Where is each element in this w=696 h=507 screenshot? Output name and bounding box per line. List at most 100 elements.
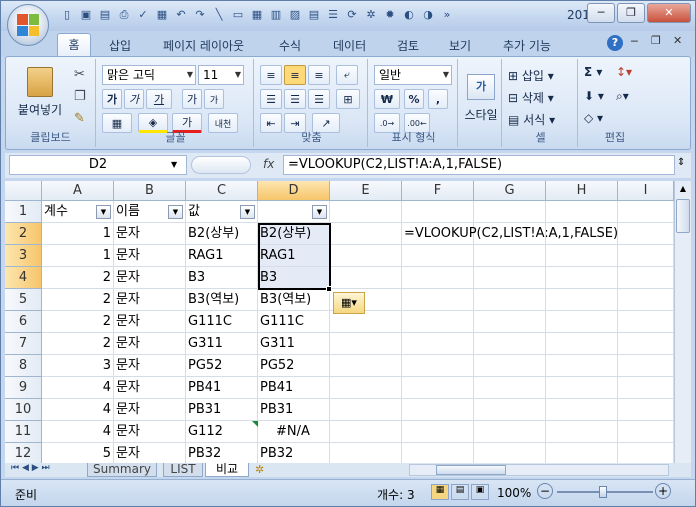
align-middle-button[interactable]: ≡ — [284, 65, 306, 85]
tab-insert[interactable]: 삽입 — [109, 37, 131, 54]
format-cells-button[interactable]: ▤ 서식 ▾ — [508, 111, 555, 128]
cell-C1[interactable]: 값 ▼ — [186, 201, 258, 223]
print-preview-icon[interactable]: ▤ — [97, 7, 113, 23]
cell-G3[interactable] — [474, 245, 546, 267]
zoom-slider-thumb[interactable] — [599, 486, 607, 498]
cell-E12[interactable] — [330, 443, 402, 463]
table-icon[interactable]: ▦ — [249, 7, 265, 23]
row-header[interactable]: 4 — [5, 267, 42, 289]
copy-icon[interactable]: ❐ — [74, 89, 86, 104]
cell-E3[interactable] — [330, 245, 402, 267]
cell-G12[interactable] — [474, 443, 546, 463]
percent-button[interactable]: % — [404, 89, 424, 109]
cell-D12[interactable]: PB32 — [258, 443, 330, 463]
sort-filter-icon[interactable]: ↕▾ — [616, 65, 632, 79]
row-header[interactable]: 10 — [5, 399, 42, 421]
cell-C6[interactable]: G111C — [186, 311, 258, 333]
col-header-c[interactable]: C — [186, 181, 258, 201]
cell-H10[interactable] — [546, 399, 618, 421]
cell-F3[interactable] — [402, 245, 474, 267]
merge-button[interactable]: ⊞ — [336, 89, 360, 109]
scroll-thumb[interactable] — [676, 199, 690, 233]
tab-review[interactable]: 검토 — [397, 37, 419, 54]
minimize-button[interactable]: ─ — [587, 3, 615, 23]
cell-G11[interactable] — [474, 421, 546, 443]
align-right-button[interactable]: ☰ — [308, 89, 330, 109]
cell-F7[interactable] — [402, 333, 474, 355]
cell-C2[interactable]: B2(상부) — [186, 223, 258, 245]
cell-B5[interactable]: 문자 — [114, 289, 186, 311]
cell-F10[interactable] — [402, 399, 474, 421]
cell-I6[interactable] — [618, 311, 674, 333]
redo-icon[interactable]: ↷ — [192, 7, 208, 23]
cell-H2[interactable] — [546, 223, 618, 245]
refresh-icon[interactable]: ⟳ — [344, 7, 360, 23]
underline-button[interactable]: 가 — [146, 89, 172, 109]
ribbon-close-icon[interactable]: ✕ — [673, 34, 682, 47]
tab-addins[interactable]: 추가 기능 — [503, 37, 551, 54]
align-top-button[interactable]: ≡ — [260, 65, 282, 85]
office-button[interactable] — [7, 4, 49, 46]
cell-A12[interactable]: 5 — [42, 443, 114, 463]
cell-B10[interactable]: 문자 — [114, 399, 186, 421]
cell-G9[interactable] — [474, 377, 546, 399]
comma-button[interactable]: , — [428, 89, 448, 109]
cell-D9[interactable]: PB41 — [258, 377, 330, 399]
cell-D8[interactable]: PG52 — [258, 355, 330, 377]
font-name-combo[interactable]: 맑은 고딕 ▼ — [102, 65, 196, 85]
col-header-h[interactable]: H — [546, 181, 618, 201]
cell-D2[interactable]: B2(상부) — [258, 223, 330, 245]
cell-H1[interactable] — [546, 201, 618, 223]
filter-dropdown-icon[interactable]: ▼ — [168, 205, 183, 219]
cell-I8[interactable] — [618, 355, 674, 377]
col-header-i[interactable]: I — [618, 181, 674, 201]
cell-B9[interactable]: 문자 — [114, 377, 186, 399]
cell-D11[interactable]: #N/A — [258, 421, 330, 443]
cell-H7[interactable] — [546, 333, 618, 355]
fill-handle[interactable] — [326, 286, 332, 292]
print-icon[interactable]: ⎙ — [116, 7, 132, 23]
row-header[interactable]: 9 — [5, 377, 42, 399]
cell-G5[interactable] — [474, 289, 546, 311]
tab-data[interactable]: 데이터 — [333, 37, 366, 54]
cell-G6[interactable] — [474, 311, 546, 333]
tab-home[interactable]: 홈 — [57, 33, 91, 57]
cell-G2[interactable] — [474, 223, 546, 245]
tab-formulas[interactable]: 수식 — [279, 37, 301, 54]
shrink-font-button[interactable]: 가 — [204, 89, 224, 109]
autosum-button[interactable]: Σ ▾ — [584, 65, 602, 79]
scroll-up-icon[interactable]: ▲ — [675, 181, 691, 197]
row-header[interactable]: 12 — [5, 443, 42, 463]
cell-D5[interactable]: B3(역보) — [258, 289, 330, 311]
insert-function-icon[interactable]: fx — [263, 157, 274, 171]
cell-F12[interactable] — [402, 443, 474, 463]
cell-C8[interactable]: PG52 — [186, 355, 258, 377]
cell-E8[interactable] — [330, 355, 402, 377]
number-format-combo[interactable]: 일반 ▼ — [374, 65, 452, 85]
cell-G7[interactable] — [474, 333, 546, 355]
align-left-button[interactable]: ☰ — [260, 89, 282, 109]
cell-F1[interactable] — [402, 201, 474, 223]
cell-I7[interactable] — [618, 333, 674, 355]
insert-sheet-icon[interactable]: ✲ — [255, 463, 264, 476]
row-header[interactable]: 6 — [5, 311, 42, 333]
cell-A5[interactable]: 2 — [42, 289, 114, 311]
filter-dropdown-icon[interactable]: ▼ — [312, 205, 327, 219]
cell-C7[interactable]: G311 — [186, 333, 258, 355]
cell-I5[interactable] — [618, 289, 674, 311]
row-header[interactable]: 11 — [5, 421, 42, 443]
fill-icon[interactable]: ⬇ ▾ — [584, 89, 604, 103]
ribbon-minimize-icon[interactable]: ─ — [631, 35, 638, 48]
col-header-g[interactable]: G — [474, 181, 546, 201]
help-icon[interactable]: ? — [607, 35, 623, 51]
cell-A8[interactable]: 3 — [42, 355, 114, 377]
vertical-scrollbar[interactable]: ▲ — [674, 181, 691, 463]
col-header-a[interactable]: A — [42, 181, 114, 201]
h-scroll-thumb[interactable] — [436, 465, 506, 475]
italic-button[interactable]: 가 — [124, 89, 144, 109]
cell-H12[interactable] — [546, 443, 618, 463]
cell-E10[interactable] — [330, 399, 402, 421]
font-size-combo[interactable]: 11 ▼ — [198, 65, 244, 85]
zoom-in-icon[interactable]: + — [655, 483, 671, 499]
settings-icon[interactable]: ✲ — [363, 7, 379, 23]
